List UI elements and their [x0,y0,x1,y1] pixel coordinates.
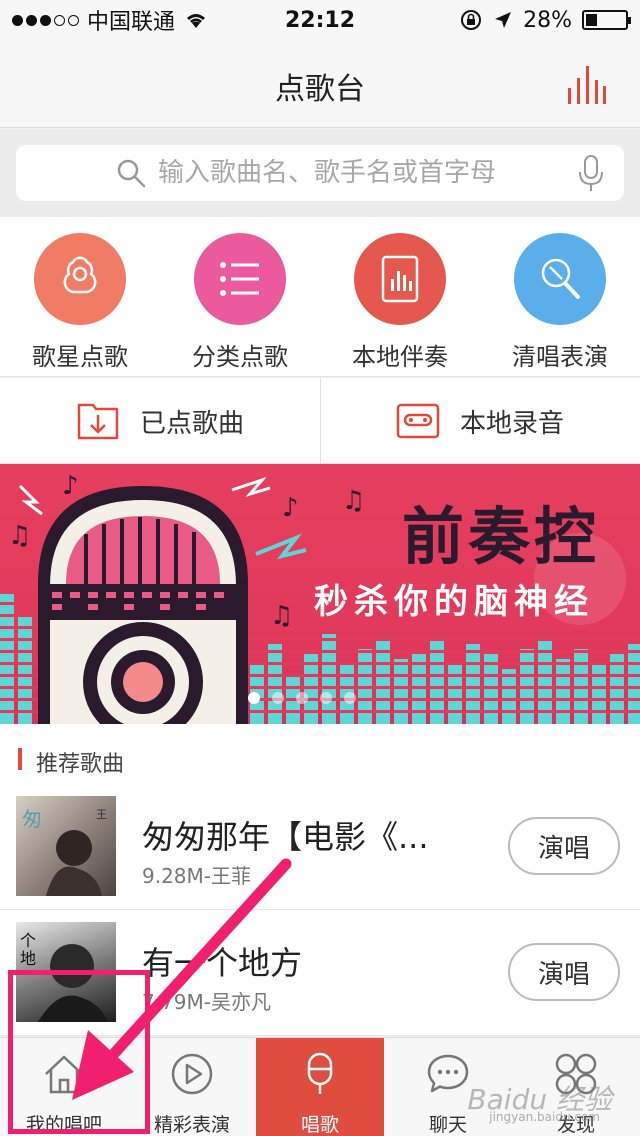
song-meta: 7.79M-吴亦凡 [142,990,272,1014]
audio-file-icon [354,233,446,325]
pager-dot[interactable] [320,692,332,704]
svg-text:♫: ♫ [270,601,293,631]
play-icon [171,1053,213,1095]
pager-dot[interactable] [248,692,260,704]
tab-discover[interactable]: 发现 [512,1038,640,1136]
feature-label: 歌星点歌 [32,343,128,371]
feature-label: 清唱表演 [512,343,608,371]
search-input[interactable] [158,145,558,201]
song-row[interactable]: 匆 王 匆匆那年【电影《... 9.28M-王菲 演唱 [0,784,640,910]
tab-bar: 我的唱吧 精彩表演 唱歌 聊天 发现 [0,1037,640,1136]
section-accent [18,748,22,770]
status-bar: 中国联通 22:12 28% [0,0,640,40]
sing-button[interactable]: 演唱 [508,943,620,1001]
pager-dot[interactable] [344,692,356,704]
song-title: 匆匆那年【电影《... [142,818,429,856]
tab-label: 唱歌 [300,1114,339,1136]
chat-icon [427,1054,469,1093]
search-area [0,129,640,217]
section-title: 推荐歌曲 [36,752,125,777]
svg-text:♫: ♫ [342,486,365,516]
banner-subtitle: 秒杀你的脑神经 [314,582,594,622]
banner-title: 前奏控 [402,500,601,573]
jukebox-graphic [38,486,248,724]
sing-button[interactable]: 演唱 [508,817,620,875]
svg-text:王: 王 [96,808,107,821]
rotation-lock-icon [461,10,482,30]
feature-local-accompaniment[interactable]: 本地伴奏 [320,233,480,373]
page-title: 点歌台 [275,72,365,107]
pager-dot[interactable] [272,692,284,704]
svg-text:地: 地 [20,949,36,968]
discover-icon [555,1053,597,1095]
download-box-icon [77,403,119,440]
cassette-icon [396,403,440,439]
album-cover: 匆 王 [16,796,116,896]
svg-text:♪: ♪ [282,493,299,523]
search-icon [117,159,146,188]
quick-link-label: 本地录音 [459,408,564,439]
battery-percent: 28% [523,7,572,33]
tab-chat[interactable]: 聊天 [384,1038,512,1136]
list-icon [194,233,286,325]
feature-singer[interactable]: 歌星点歌 [0,233,160,373]
feature-grid: 歌星点歌 分类点歌 本地伴奏 清唱表演 [0,217,640,377]
feature-label: 分类点歌 [192,343,288,371]
ordered-songs-button[interactable]: 已点歌曲 [0,378,320,464]
tab-my-changba[interactable]: 我的唱吧 [0,1038,128,1136]
svg-text:匆: 匆 [22,807,42,831]
tab-label: 我的唱吧 [25,1114,102,1136]
tab-label: 聊天 [428,1114,467,1136]
microphone-icon [514,233,606,325]
home-icon [45,1055,83,1094]
quick-link-label: 已点歌曲 [139,408,244,439]
svg-text:个: 个 [20,931,36,950]
tab-sing[interactable]: 唱歌 [256,1038,384,1136]
tab-label: 精彩表演 [153,1114,230,1136]
pager-dot[interactable] [296,692,308,704]
song-row[interactable]: 个 地 有一个地方 7.79M-吴亦凡 演唱 [0,910,640,1036]
feature-label: 本地伴奏 [352,343,448,371]
tab-label: 发现 [556,1114,595,1136]
song-title: 有一个地方 [142,944,303,982]
search-box[interactable] [16,145,624,201]
wifi-icon [187,14,206,28]
microphone-icon [307,1052,333,1094]
album-cover: 个 地 [16,922,116,1022]
song-meta: 9.28M-王菲 [142,864,252,888]
feature-acapella[interactable]: 清唱表演 [480,233,640,373]
feature-category[interactable]: 分类点歌 [160,233,320,373]
location-icon [495,12,512,28]
promo-banner[interactable]: ♪ ♫ ♪ ♫ ♫ 前奏控 秒杀你的脑神经 [0,464,640,724]
svg-text:♫: ♫ [8,521,31,551]
singer-icon [34,233,126,325]
signal-icon [12,14,79,26]
now-playing-icon[interactable] [566,66,606,104]
nav-bar: 点歌台 [0,40,640,128]
local-recordings-button[interactable]: 本地录音 [320,378,640,464]
banner-pager[interactable] [248,692,356,704]
quick-links: 已点歌曲 本地录音 [0,378,640,464]
battery-icon [582,10,631,30]
tab-performances[interactable]: 精彩表演 [128,1038,256,1136]
voice-search-icon[interactable] [578,155,604,193]
svg-text:♪: ♪ [62,471,79,501]
carrier-label: 中国联通 [87,10,176,35]
